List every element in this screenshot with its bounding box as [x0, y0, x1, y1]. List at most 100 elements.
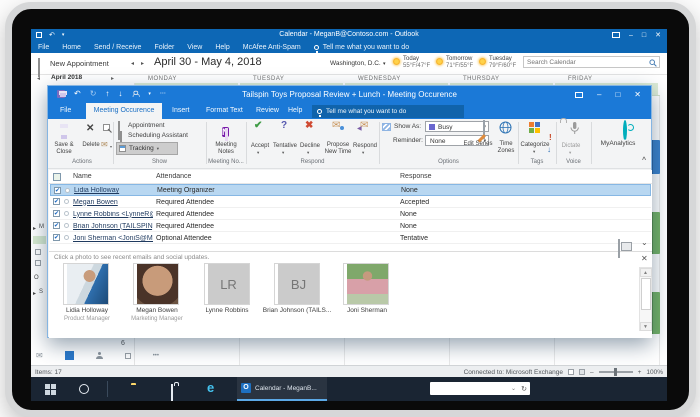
zoom-slider-thumb[interactable]: [614, 368, 617, 376]
calendar-nav-icon[interactable]: [65, 351, 74, 360]
new-appointment-button[interactable]: New Appointment: [50, 59, 109, 68]
tab-folder[interactable]: Folder: [154, 44, 174, 51]
people-nav-icon[interactable]: [96, 352, 103, 359]
forward-arrow-icon[interactable]: ▸: [141, 60, 144, 67]
maximize-button[interactable]: □: [615, 90, 620, 99]
respond-dropdown-icon[interactable]: ▾: [362, 150, 364, 156]
save-close-button[interactable]: Save & Close: [49, 142, 79, 155]
close-button[interactable]: ✕: [655, 31, 661, 39]
taskbar-outlook-button[interactable]: O Calendar - MeganB...: [237, 377, 327, 401]
calendar-event[interactable]: [651, 292, 660, 334]
view-mode-icon[interactable]: [568, 369, 574, 375]
tab-send-receive[interactable]: Send / Receive: [94, 44, 141, 51]
attendee-name-link[interactable]: Megan Bowen: [73, 199, 153, 206]
zoom-level[interactable]: 100%: [646, 369, 663, 376]
people-pane-collapse-icon[interactable]: ⌄: [641, 238, 648, 247]
minimize-button[interactable]: –: [597, 90, 601, 99]
collapse-ribbon-icon[interactable]: ^: [642, 157, 646, 164]
edge-icon[interactable]: e: [207, 380, 214, 395]
store-icon[interactable]: [171, 384, 173, 401]
dictate-button[interactable]: Dictate: [556, 143, 586, 150]
tab-help[interactable]: Help: [215, 44, 229, 51]
tab-meeting-occurence-active[interactable]: Meeting Occurence: [86, 103, 162, 119]
meeting-notes-button[interactable]: Meeting Notes: [210, 142, 242, 155]
edit-series-button[interactable]: Edit Series: [463, 141, 493, 148]
tab-file[interactable]: File: [38, 44, 49, 51]
row-checkbox[interactable]: ✔: [53, 234, 60, 241]
folder-group-expander[interactable]: ▸: [33, 290, 36, 297]
attendee-name-link[interactable]: Brian Johnson (TAILSPIN) <: [73, 223, 153, 230]
search-icon[interactable]: [649, 59, 657, 67]
tab-help[interactable]: Help: [288, 107, 302, 114]
tab-format-text[interactable]: Format Text: [206, 107, 243, 114]
ribbon-display-options-icon[interactable]: [575, 92, 583, 98]
tab-mcafee[interactable]: McAfee Anti-Spam: [243, 44, 301, 51]
column-header-attendance[interactable]: Attendance: [156, 173, 191, 180]
people-pane-scrollbar[interactable]: ▲ ▼: [639, 267, 652, 331]
row-checkbox[interactable]: ✔: [54, 187, 61, 194]
row-checkbox[interactable]: ✔: [53, 222, 60, 229]
scrollbar-thumb[interactable]: [641, 278, 651, 310]
categorize-dropdown-icon[interactable]: ▾: [533, 149, 535, 155]
table-row[interactable]: ✔ Lynne Robbins <LynneR@M Required Atten…: [50, 208, 651, 220]
calendar-event[interactable]: [651, 140, 660, 174]
accept-dropdown-icon[interactable]: ▾: [257, 150, 259, 156]
attendee-name-link[interactable]: Joni Sherman <JoniS@M36: [73, 235, 153, 242]
ribbon-display-options-icon[interactable]: [612, 32, 620, 38]
folder-group-my-calendars[interactable]: M: [39, 224, 44, 230]
tab-home[interactable]: Home: [62, 44, 81, 51]
calendar-checkbox[interactable]: [35, 249, 41, 255]
appointment-button[interactable]: Appointment: [128, 122, 165, 129]
show-as-combo[interactable]: Busy ▾: [425, 121, 489, 132]
table-row[interactable]: ✔ Megan Bowen Required Attendee Accepted: [50, 196, 651, 208]
weather-location-dropdown-icon[interactable]: ▾: [383, 61, 386, 67]
tab-insert[interactable]: Insert: [172, 107, 190, 114]
column-header-response[interactable]: Response: [400, 173, 432, 180]
zoom-in-icon[interactable]: +: [638, 369, 642, 376]
cortana-icon[interactable]: [79, 384, 89, 394]
contact-photo-brian[interactable]: BJ: [274, 263, 320, 305]
low-importance-icon[interactable]: ↓: [547, 145, 551, 154]
mail-nav-icon[interactable]: ✉: [36, 351, 43, 360]
tab-file[interactable]: File: [60, 107, 71, 114]
tentative-dropdown-icon[interactable]: ▾: [282, 150, 284, 156]
mini-calendar-next-icon[interactable]: ▸: [111, 75, 114, 82]
tasks-nav-icon[interactable]: [125, 353, 131, 359]
decline-dropdown-icon[interactable]: ▾: [307, 150, 309, 156]
contact-photo-lidia[interactable]: [63, 263, 109, 305]
taskbar-address-box[interactable]: ⌄ ↻: [430, 382, 530, 395]
address-go-icon[interactable]: ↻: [521, 385, 527, 393]
weather-location[interactable]: Washington, D.C.: [330, 60, 381, 67]
zoom-slider[interactable]: [599, 371, 633, 373]
calendar-event[interactable]: [651, 212, 660, 254]
scroll-down-icon[interactable]: ▼: [640, 322, 652, 331]
table-row[interactable]: ✔ Joni Sherman <JoniS@M36 Optional Atten…: [50, 232, 651, 244]
scheduling-assistant-button[interactable]: Scheduling Assistant: [128, 132, 188, 139]
myanalytics-button[interactable]: MyAnalytics: [590, 141, 646, 148]
tell-me-box[interactable]: Tell me what you want to do: [312, 105, 464, 118]
respond-button[interactable]: Respond: [350, 143, 380, 150]
mini-calendar-prev-icon[interactable]: ◂: [37, 75, 40, 82]
contact-photo-joni[interactable]: [343, 263, 389, 305]
view-mode-icon[interactable]: [579, 369, 585, 375]
table-row-selected[interactable]: ✔ Lidia Holloway Meeting Organizer None: [50, 184, 651, 196]
row-checkbox[interactable]: ✔: [53, 198, 60, 205]
select-all-checkbox-icon[interactable]: [53, 173, 61, 181]
people-pane-toggle-icon[interactable]: [618, 239, 620, 258]
search-calendar-input[interactable]: [523, 56, 660, 68]
table-row[interactable]: ✔ Brian Johnson (TAILSPIN) < Required At…: [50, 220, 651, 232]
calendar-checkbox[interactable]: [35, 260, 41, 266]
tab-review[interactable]: Review: [256, 107, 279, 114]
tab-view[interactable]: View: [187, 44, 202, 51]
start-button-icon[interactable]: [45, 384, 50, 389]
people-pane-close-icon[interactable]: ✕: [641, 254, 648, 263]
attendee-name-link[interactable]: Lynne Robbins <LynneR@M: [73, 211, 153, 218]
calendar-checkbox-selected[interactable]: [33, 236, 46, 244]
forward-meeting-icon[interactable]: ✉: [101, 140, 108, 149]
row-checkbox[interactable]: ✔: [53, 210, 60, 217]
restore-button[interactable]: □: [642, 32, 646, 39]
tell-me-box[interactable]: Tell me what you want to do: [314, 44, 409, 51]
contact-photo-lynne[interactable]: LR: [204, 263, 250, 305]
attendee-name-link[interactable]: Lidia Holloway: [74, 187, 154, 194]
more-nav-icon[interactable]: •••: [153, 353, 159, 359]
